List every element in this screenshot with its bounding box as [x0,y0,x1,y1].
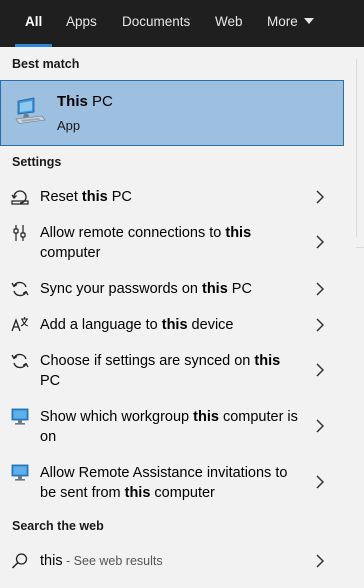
chevron-right-icon [316,363,324,377]
sync-icon [11,281,29,297]
label-part: Sync your passwords on [40,281,202,297]
tab-all-label: All [25,14,43,29]
label-part: Reset [40,189,82,205]
settings-item-workgroup[interactable]: Show which workgroup this computer is on [0,402,344,450]
label-part: computer [150,485,215,501]
label-part: PC [40,373,61,389]
chevron-right-icon [316,554,324,568]
settings-item-sync-passwords[interactable]: Sync your passwords on this PC [0,274,344,304]
language-icon [11,317,29,332]
settings-item-reset-pc[interactable]: Reset this PC [0,182,344,212]
settings-item-add-language[interactable]: Add a language to this device [0,310,344,340]
settings-item-label: Allow Remote Assistance invitations to b… [40,463,300,503]
tab-apps[interactable]: Apps [66,0,97,47]
reset-pc-icon [11,190,29,205]
caret-down-icon [303,18,314,24]
settings-item-sync-settings[interactable]: Choose if settings are synced on this PC [0,346,344,394]
chevron-right-icon [316,190,324,204]
sync-icon [11,353,29,369]
search-web-heading: Search the web [12,519,104,533]
web-search-label: this - See web results [40,551,300,571]
settings-item-label: Add a language to this device [40,315,300,335]
label-part: Allow remote connections to [40,225,226,241]
label-highlight: this [81,189,108,205]
monitor-icon [11,408,29,425]
chevron-right-icon [316,282,324,296]
search-icon [11,553,28,569]
divider [356,247,364,248]
tab-more-label: More [267,14,298,29]
settings-item-label: Choose if settings are synced on this PC [40,351,300,391]
label-highlight: this [193,409,219,425]
settings-heading: Settings [12,155,62,169]
best-match-title-rest: PC [87,93,113,110]
label-highlight: this [161,317,188,333]
label-highlight: this [202,281,228,297]
best-match-title: This PC [57,93,113,110]
label-part: Add a language to [40,317,162,333]
chevron-right-icon [316,475,324,489]
settings-item-label: Reset this PC [40,187,300,207]
label-part: Choose if settings are synced on [40,353,255,369]
search-filter-tabs: All Apps Documents Web More [0,0,364,47]
web-search-result[interactable]: this - See web results [0,546,344,576]
tab-all[interactable]: All [15,0,53,47]
label-part: Show which workgroup [40,409,194,425]
label-part: device [187,317,234,333]
label-highlight: this [124,485,151,501]
remote-connections-icon [13,225,26,241]
tab-apps-label: Apps [66,14,97,29]
monitor-icon [11,464,29,481]
label-highlight: this [254,353,281,369]
best-match-type: App [57,118,81,133]
web-suffix: - See web results [62,554,163,568]
best-match-heading: Best match [12,57,80,71]
tab-web[interactable]: Web [215,0,243,47]
tab-documents-label: Documents [122,14,191,29]
settings-item-label: Show which workgroup this computer is on [40,407,300,447]
web-query: this [40,553,63,569]
settings-item-label: Allow remote connections to this compute… [40,223,300,263]
settings-item-remote-connections[interactable]: Allow remote connections to this compute… [0,218,344,266]
settings-item-remote-assistance[interactable]: Allow Remote Assistance invitations to b… [0,458,344,506]
tab-more-dropdown[interactable]: More [267,0,314,47]
tab-web-label: Web [215,14,243,29]
this-pc-icon [15,97,46,124]
settings-item-label: Sync your passwords on this PC [40,279,300,299]
chevron-right-icon [316,235,324,249]
label-part: PC [107,189,132,205]
divider [356,59,357,237]
chevron-right-icon [316,419,324,433]
chevron-right-icon [316,318,324,332]
tab-documents[interactable]: Documents [122,0,190,47]
best-match-result-this-pc[interactable]: This PC App [0,80,344,146]
label-part: computer [40,245,101,261]
preview-pane-edge [344,47,364,588]
label-part: PC [227,281,252,297]
best-match-title-bold: This [57,93,88,110]
label-highlight: this [225,225,252,241]
